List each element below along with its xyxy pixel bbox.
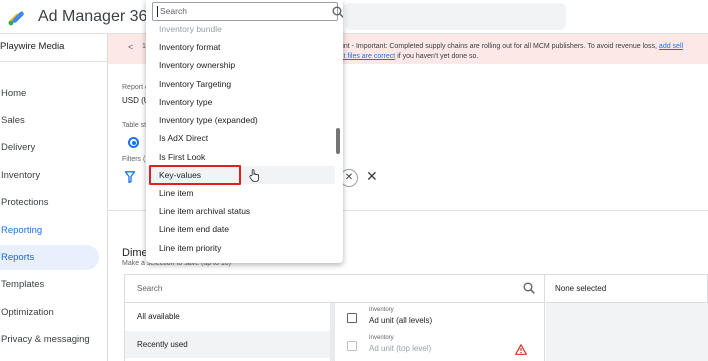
dropdown-item-line-item[interactable]: Line item (146, 184, 336, 202)
selected-items-area (546, 303, 708, 361)
sidebar-divider (0, 61, 107, 62)
filter-icon[interactable] (125, 171, 135, 183)
dropdown-item-inventory-ownership[interactable]: Inventory ownership (146, 56, 336, 74)
red-highlight-box (149, 165, 241, 185)
option-category: Inventory (369, 335, 394, 341)
sidebar: Playwire Media Home Sales Delivery Inven… (0, 34, 108, 361)
sidebar-item-protections[interactable]: Protections (0, 190, 99, 215)
dropdown-item-key-values[interactable]: Key-values (146, 165, 335, 185)
dimensions-search-input[interactable]: Search (125, 275, 545, 303)
table-style-radio[interactable] (128, 137, 139, 148)
search-icon[interactable] (332, 6, 343, 18)
top-bar: Ad Manager 360 (0, 0, 708, 34)
table-style-label: Table st (122, 122, 147, 129)
alert-link-add-sellers[interactable]: add sell (659, 43, 683, 50)
category-all-available[interactable]: All available (125, 303, 330, 330)
dropdown-item-is-adx-direct[interactable]: Is AdX Direct (146, 129, 336, 147)
sidebar-item-reporting[interactable]: Reporting (0, 218, 99, 243)
report-currency-label: Report c (122, 84, 149, 91)
app-title: Ad Manager 360 (38, 8, 157, 25)
dropdown-item-inventory-type[interactable]: Inventory type (146, 93, 336, 111)
sidebar-item-templates[interactable]: Templates (0, 272, 99, 297)
warning-icon (515, 344, 527, 355)
dropdown-item-line-item-priority[interactable]: Line item priority (146, 239, 336, 257)
dropdown-item-line-item-end-date[interactable]: Line item end date (146, 220, 336, 238)
alert-link-txt-files[interactable]: xt files are correct (340, 53, 395, 60)
alert-message-line2: if you haven't yet done so. (395, 53, 479, 60)
alert-text: unt - Important: Completed supply chains… (340, 42, 708, 62)
dimension-option-ad-unit-top-level[interactable]: Inventory Ad unit (top level) (335, 331, 545, 359)
dropdown-item-inventory-type-expanded[interactable]: Inventory type (expanded) (146, 111, 336, 129)
sidebar-item-sales[interactable]: Sales (0, 108, 99, 133)
dropdown-scrollbar[interactable] (336, 128, 340, 154)
dimensions-search-placeholder: Search (137, 284, 163, 293)
sidebar-item-home[interactable]: Home (0, 81, 99, 106)
none-selected-label: None selected (555, 284, 607, 293)
sidebar-item-reports[interactable]: Reports (0, 245, 99, 270)
alert-prev-button[interactable]: < (128, 42, 133, 52)
search-icon[interactable] (523, 282, 535, 294)
sidebar-item-privacy-messaging[interactable]: Privacy & messaging (0, 327, 99, 352)
option-checkbox[interactable] (347, 313, 357, 323)
dropdown-item-inventory-format[interactable]: Inventory format (146, 38, 336, 56)
alert-message-line1: unt - Important: Completed supply chains… (340, 43, 659, 50)
option-checkbox[interactable] (347, 341, 357, 351)
dropdown-item-inventory-bundle[interactable]: Inventory bundle (146, 20, 336, 38)
dropdown-search-input[interactable]: Search (152, 2, 343, 21)
network-name[interactable]: Playwire Media (0, 41, 64, 52)
dropdown-item-line-item-archival-status[interactable]: Line item archival status (146, 202, 336, 220)
dimension-option-ad-unit-all-levels[interactable]: Inventory Ad unit (all levels) (335, 303, 545, 331)
option-name: Ad unit (top level) (369, 344, 432, 353)
dimension-dropdown: Search Inventory bundle Inventory format… (146, 0, 343, 263)
sidebar-item-optimization[interactable]: Optimization (0, 300, 99, 325)
selected-header: None selected (546, 275, 708, 303)
sidebar-item-inventory[interactable]: Inventory (0, 163, 99, 188)
option-name: Ad unit (all levels) (369, 316, 433, 325)
category-list: All available Recently used (125, 303, 330, 361)
dimension-option-list: Inventory Ad unit (all levels) Inventory… (335, 303, 545, 361)
global-search-bar[interactable] (345, 3, 566, 30)
dropdown-search-placeholder: Search (157, 6, 187, 17)
filters-label: Filters ( (122, 156, 146, 163)
dropdown-item-inventory-targeting[interactable]: Inventory Targeting (146, 75, 336, 93)
dimensions-panel: Search None selected All available Recen… (124, 274, 708, 361)
hand-pointer-icon (249, 169, 259, 182)
option-category: Inventory (369, 307, 394, 313)
ad-manager-logo[interactable] (6, 6, 28, 28)
category-recently-used[interactable]: Recently used (125, 331, 330, 358)
app-root: Ad Manager 360 Playwire Media Home Sales… (0, 0, 708, 361)
sidebar-item-delivery[interactable]: Delivery (0, 135, 99, 160)
dropdown-item-is-first-look[interactable]: Is First Look (146, 148, 336, 166)
clear-filters-close-icon[interactable]: ✕ (366, 168, 378, 185)
